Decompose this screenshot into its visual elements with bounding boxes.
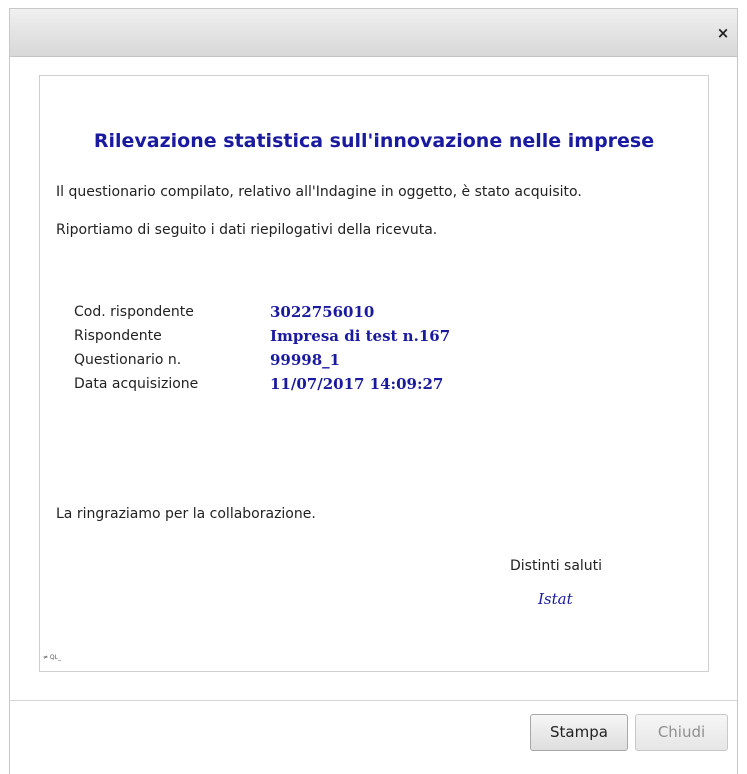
receipt-content: Rilevazione statistica sull'innovazione … — [39, 75, 709, 672]
summary-value: 99998_1 — [270, 351, 341, 369]
footer-code: ≠ QL_ — [43, 654, 61, 661]
summary-label: Questionario n. — [74, 352, 182, 368]
summary-value: Impresa di test n.167 — [270, 327, 451, 345]
summary-value: 11/07/2017 14:09:27 — [270, 375, 444, 393]
thanks-text: La ringraziamo per la collaborazione. — [56, 506, 316, 522]
close-button[interactable]: Chiudi — [635, 714, 728, 751]
intro-paragraph-1: Il questionario compilato, relativo all'… — [56, 184, 582, 200]
close-icon[interactable]: × — [715, 25, 731, 41]
receipt-summary-table: Cod. rispondente 3022756010 Rispondente … — [74, 300, 450, 396]
summary-row-questionnaire: Questionario n. 99998_1 — [74, 348, 450, 372]
intro-paragraph-2: Riportiamo di seguito i dati riepilogati… — [56, 222, 438, 238]
summary-label: Rispondente — [74, 328, 162, 344]
summary-row-respondent-code: Cod. rispondente 3022756010 — [74, 300, 450, 324]
summary-label: Data acquisizione — [74, 376, 199, 392]
summary-row-respondent: Rispondente Impresa di test n.167 — [74, 324, 450, 348]
summary-label: Cod. rispondente — [74, 304, 194, 320]
footer-divider — [10, 700, 737, 701]
summary-value: 3022756010 — [270, 303, 375, 321]
summary-row-acquisition-date: Data acquisizione 11/07/2017 14:09:27 — [74, 372, 450, 396]
receipt-dialog: × Rilevazione statistica sull'innovazion… — [9, 8, 738, 774]
dialog-titlebar[interactable]: × — [10, 9, 737, 57]
print-button[interactable]: Stampa — [530, 714, 628, 751]
regards-text: Distinti saluti — [510, 558, 603, 574]
document-title: Rilevazione statistica sull'innovazione … — [93, 130, 655, 152]
signature-text: Istat — [538, 590, 573, 608]
